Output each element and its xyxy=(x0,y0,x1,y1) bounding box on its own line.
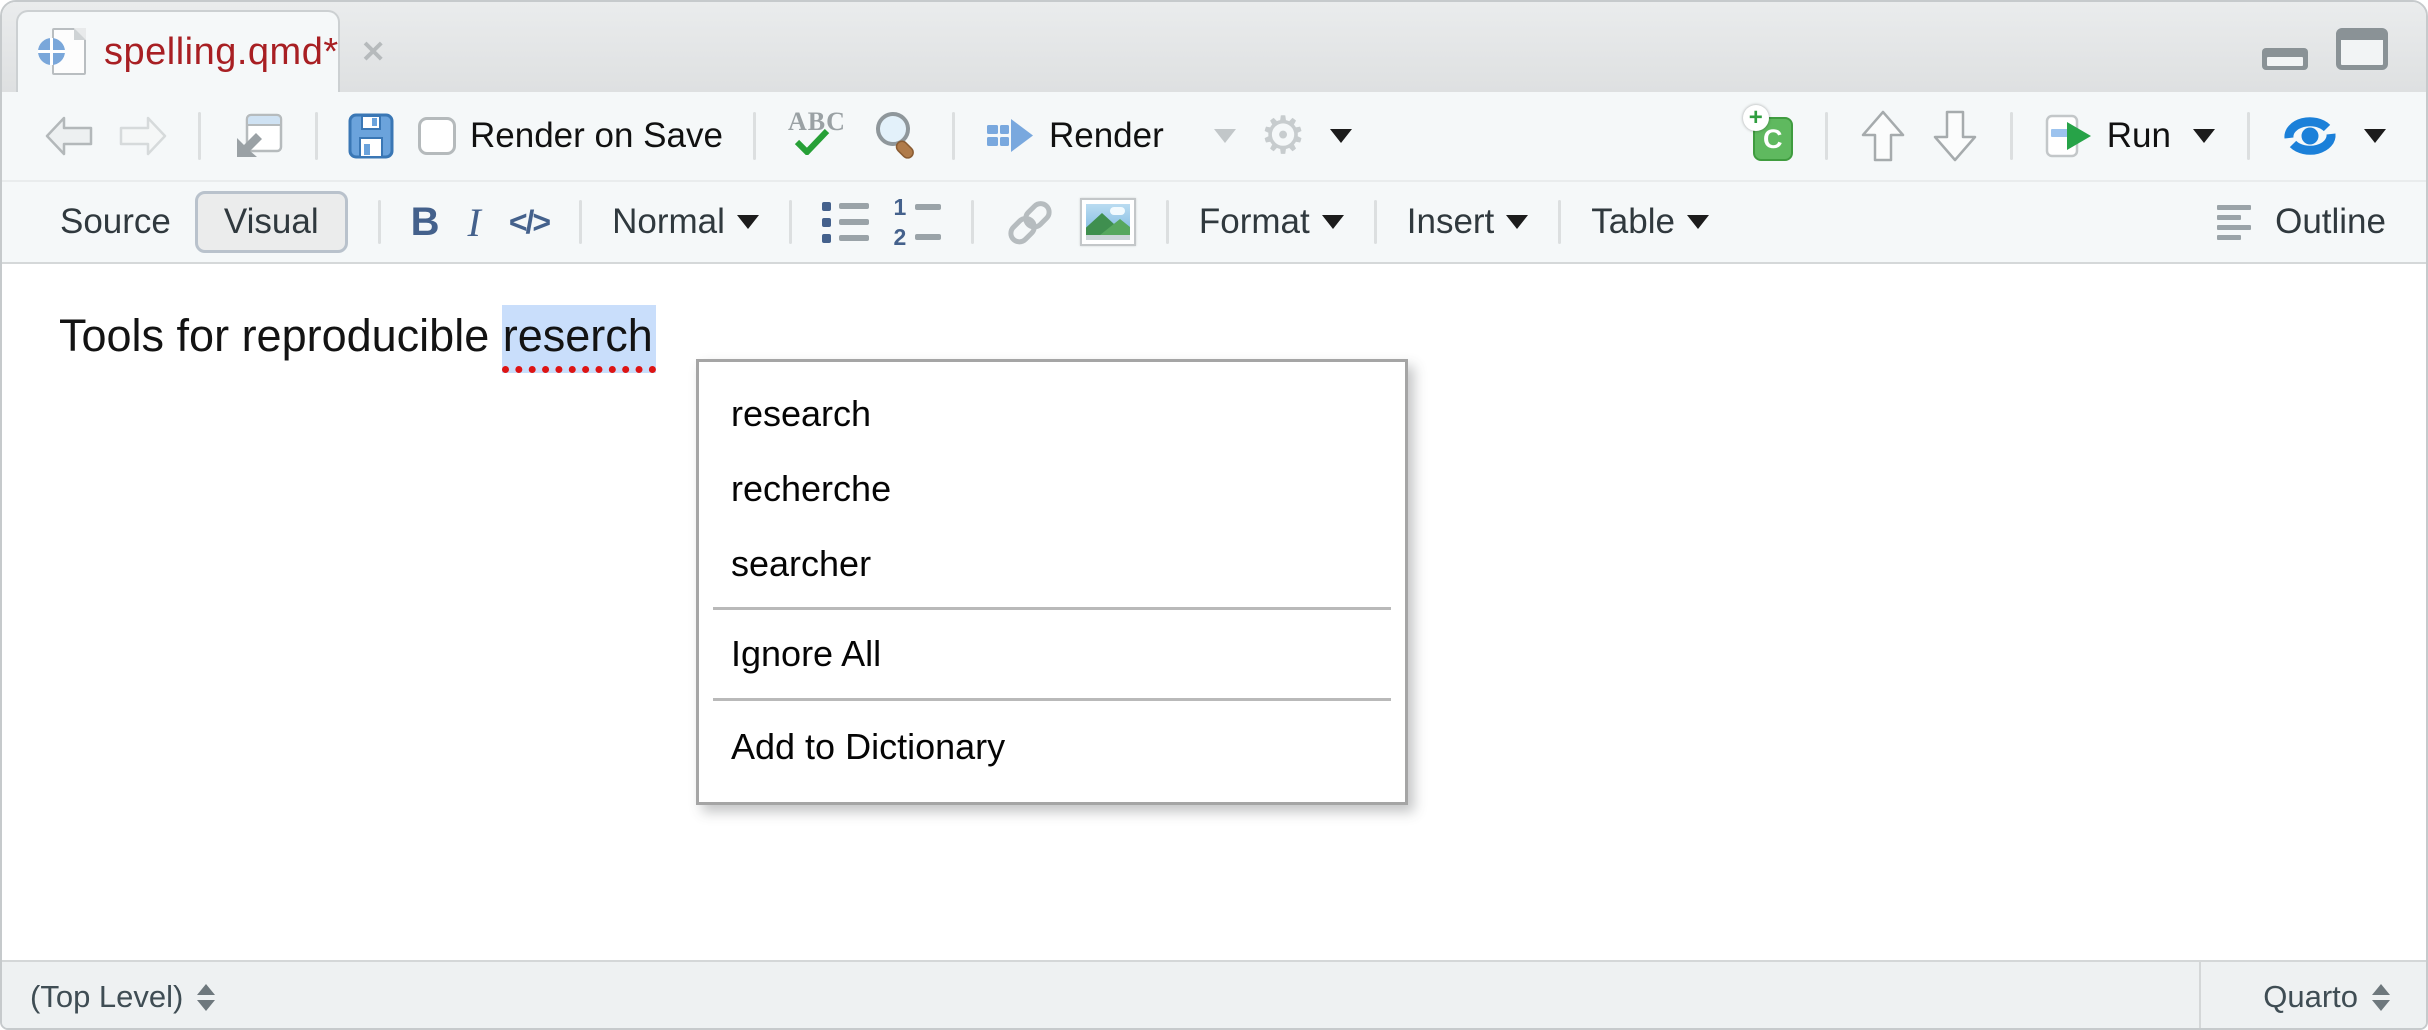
numbered-list-icon[interactable]: 1 2 xyxy=(893,196,941,249)
run-options-caret-icon[interactable] xyxy=(2193,129,2215,143)
back-icon[interactable] xyxy=(44,115,94,157)
format-menu[interactable]: Format xyxy=(1199,202,1344,242)
tab-filename: spelling.qmd* xyxy=(104,31,339,74)
image-icon[interactable] xyxy=(1080,198,1136,246)
gear-icon[interactable]: ⚙ xyxy=(1260,110,1307,162)
separator xyxy=(2247,112,2250,160)
separator xyxy=(198,112,201,160)
misspelled-word-selection[interactable]: reserch xyxy=(502,305,656,373)
separator xyxy=(2010,112,2013,160)
separator xyxy=(1374,200,1377,244)
render-label: Render xyxy=(1049,116,1164,156)
render-on-save-checkbox[interactable] xyxy=(418,117,456,155)
render-on-save-label: Render on Save xyxy=(470,116,723,156)
editor-toolbar: Render on Save ABC xyxy=(2,92,2426,180)
next-chunk-icon[interactable] xyxy=(1932,109,1978,163)
separator xyxy=(315,112,318,160)
spellcheck-checkmark-icon xyxy=(794,129,830,155)
table-menu[interactable]: Table xyxy=(1591,202,1709,242)
format-menu-caret-icon xyxy=(1322,215,1344,229)
run-icon xyxy=(2045,114,2095,158)
code-button[interactable]: </> xyxy=(509,204,549,241)
document-format-label: Quarto xyxy=(2263,979,2358,1015)
rstudio-source-pane: spelling.qmd* ✕ xyxy=(0,0,2428,1030)
insert-menu-caret-icon xyxy=(1506,215,1528,229)
quarto-document-icon xyxy=(38,26,88,78)
separator xyxy=(753,112,756,160)
insert-chunk-icon[interactable]: C + xyxy=(1747,111,1793,161)
scope-updown-icon xyxy=(197,984,215,1011)
save-icon[interactable] xyxy=(348,113,394,159)
separator xyxy=(789,200,792,244)
status-bar: (Top Level) Quarto xyxy=(2,960,2426,1030)
source-toggle[interactable]: Source xyxy=(60,202,171,242)
rerun-icon[interactable] xyxy=(2282,113,2338,159)
link-icon[interactable] xyxy=(1004,198,1056,246)
scope-selector[interactable]: (Top Level) xyxy=(2,979,2199,1015)
tab-bar: spelling.qmd* ✕ xyxy=(2,2,2426,92)
separator xyxy=(1558,200,1561,244)
options-caret-icon[interactable] xyxy=(1330,129,1352,143)
separator xyxy=(1166,200,1169,244)
render-on-save-control: Render on Save xyxy=(418,116,723,156)
bold-button[interactable]: B xyxy=(411,200,440,245)
maximize-pane-icon[interactable] xyxy=(2336,28,2388,70)
previous-chunk-icon[interactable] xyxy=(1860,109,1906,163)
separator xyxy=(1825,112,1828,160)
table-menu-caret-icon xyxy=(1687,215,1709,229)
outline-icon xyxy=(2217,200,2253,245)
paragraph-style-dropdown[interactable]: Normal xyxy=(612,202,759,242)
spellcheck-context-menu: research recherche searcher Ignore All A… xyxy=(696,359,1408,805)
visual-toggle[interactable]: Visual xyxy=(195,191,348,253)
show-in-new-window-icon[interactable] xyxy=(231,111,285,161)
add-to-dictionary-item[interactable]: Add to Dictionary xyxy=(699,701,1405,793)
outline-toggle[interactable]: Outline xyxy=(2217,200,2386,245)
close-tab-icon[interactable]: ✕ xyxy=(361,35,386,70)
separator xyxy=(378,200,381,244)
pane-controls xyxy=(2262,28,2388,70)
ignore-all-item[interactable]: Ignore All xyxy=(699,610,1405,698)
editor-text-line[interactable]: Tools for reproducible reserch xyxy=(59,308,656,364)
render-button[interactable]: Render xyxy=(985,115,1164,157)
spelling-suggestion-item[interactable]: research xyxy=(699,376,1405,451)
separator xyxy=(952,112,955,160)
spelling-suggestion-item[interactable]: recherche xyxy=(699,451,1405,526)
text-before-selection: Tools for reproducible xyxy=(59,310,502,361)
render-icon xyxy=(985,115,1037,157)
forward-icon[interactable] xyxy=(118,115,168,157)
render-options-caret-icon[interactable] xyxy=(1214,129,1236,143)
run-label: Run xyxy=(2107,116,2171,156)
scope-label: (Top Level) xyxy=(30,979,183,1015)
paragraph-style-caret-icon xyxy=(737,215,759,229)
insert-menu[interactable]: Insert xyxy=(1407,202,1529,242)
visual-editor-canvas[interactable]: Tools for reproducible reserch research … xyxy=(2,264,2426,960)
separator xyxy=(579,200,582,244)
rerun-options-caret-icon[interactable] xyxy=(2364,129,2386,143)
visual-editor-toolbar: Source Visual B I </> Normal 1 2 xyxy=(2,180,2426,264)
bullet-list-icon[interactable] xyxy=(822,202,869,243)
separator xyxy=(971,200,974,244)
italic-button[interactable]: I xyxy=(464,199,485,246)
tab-spelling-qmd[interactable]: spelling.qmd* ✕ xyxy=(16,10,340,92)
spellcheck-icon[interactable]: ABC xyxy=(786,107,848,165)
spelling-suggestion-item[interactable]: searcher xyxy=(699,526,1405,601)
format-updown-icon xyxy=(2372,984,2390,1011)
search-icon[interactable] xyxy=(872,109,922,163)
run-button[interactable]: Run xyxy=(2045,114,2215,158)
document-format-selector[interactable]: Quarto xyxy=(2199,962,2426,1030)
minimize-pane-icon[interactable] xyxy=(2262,48,2308,70)
